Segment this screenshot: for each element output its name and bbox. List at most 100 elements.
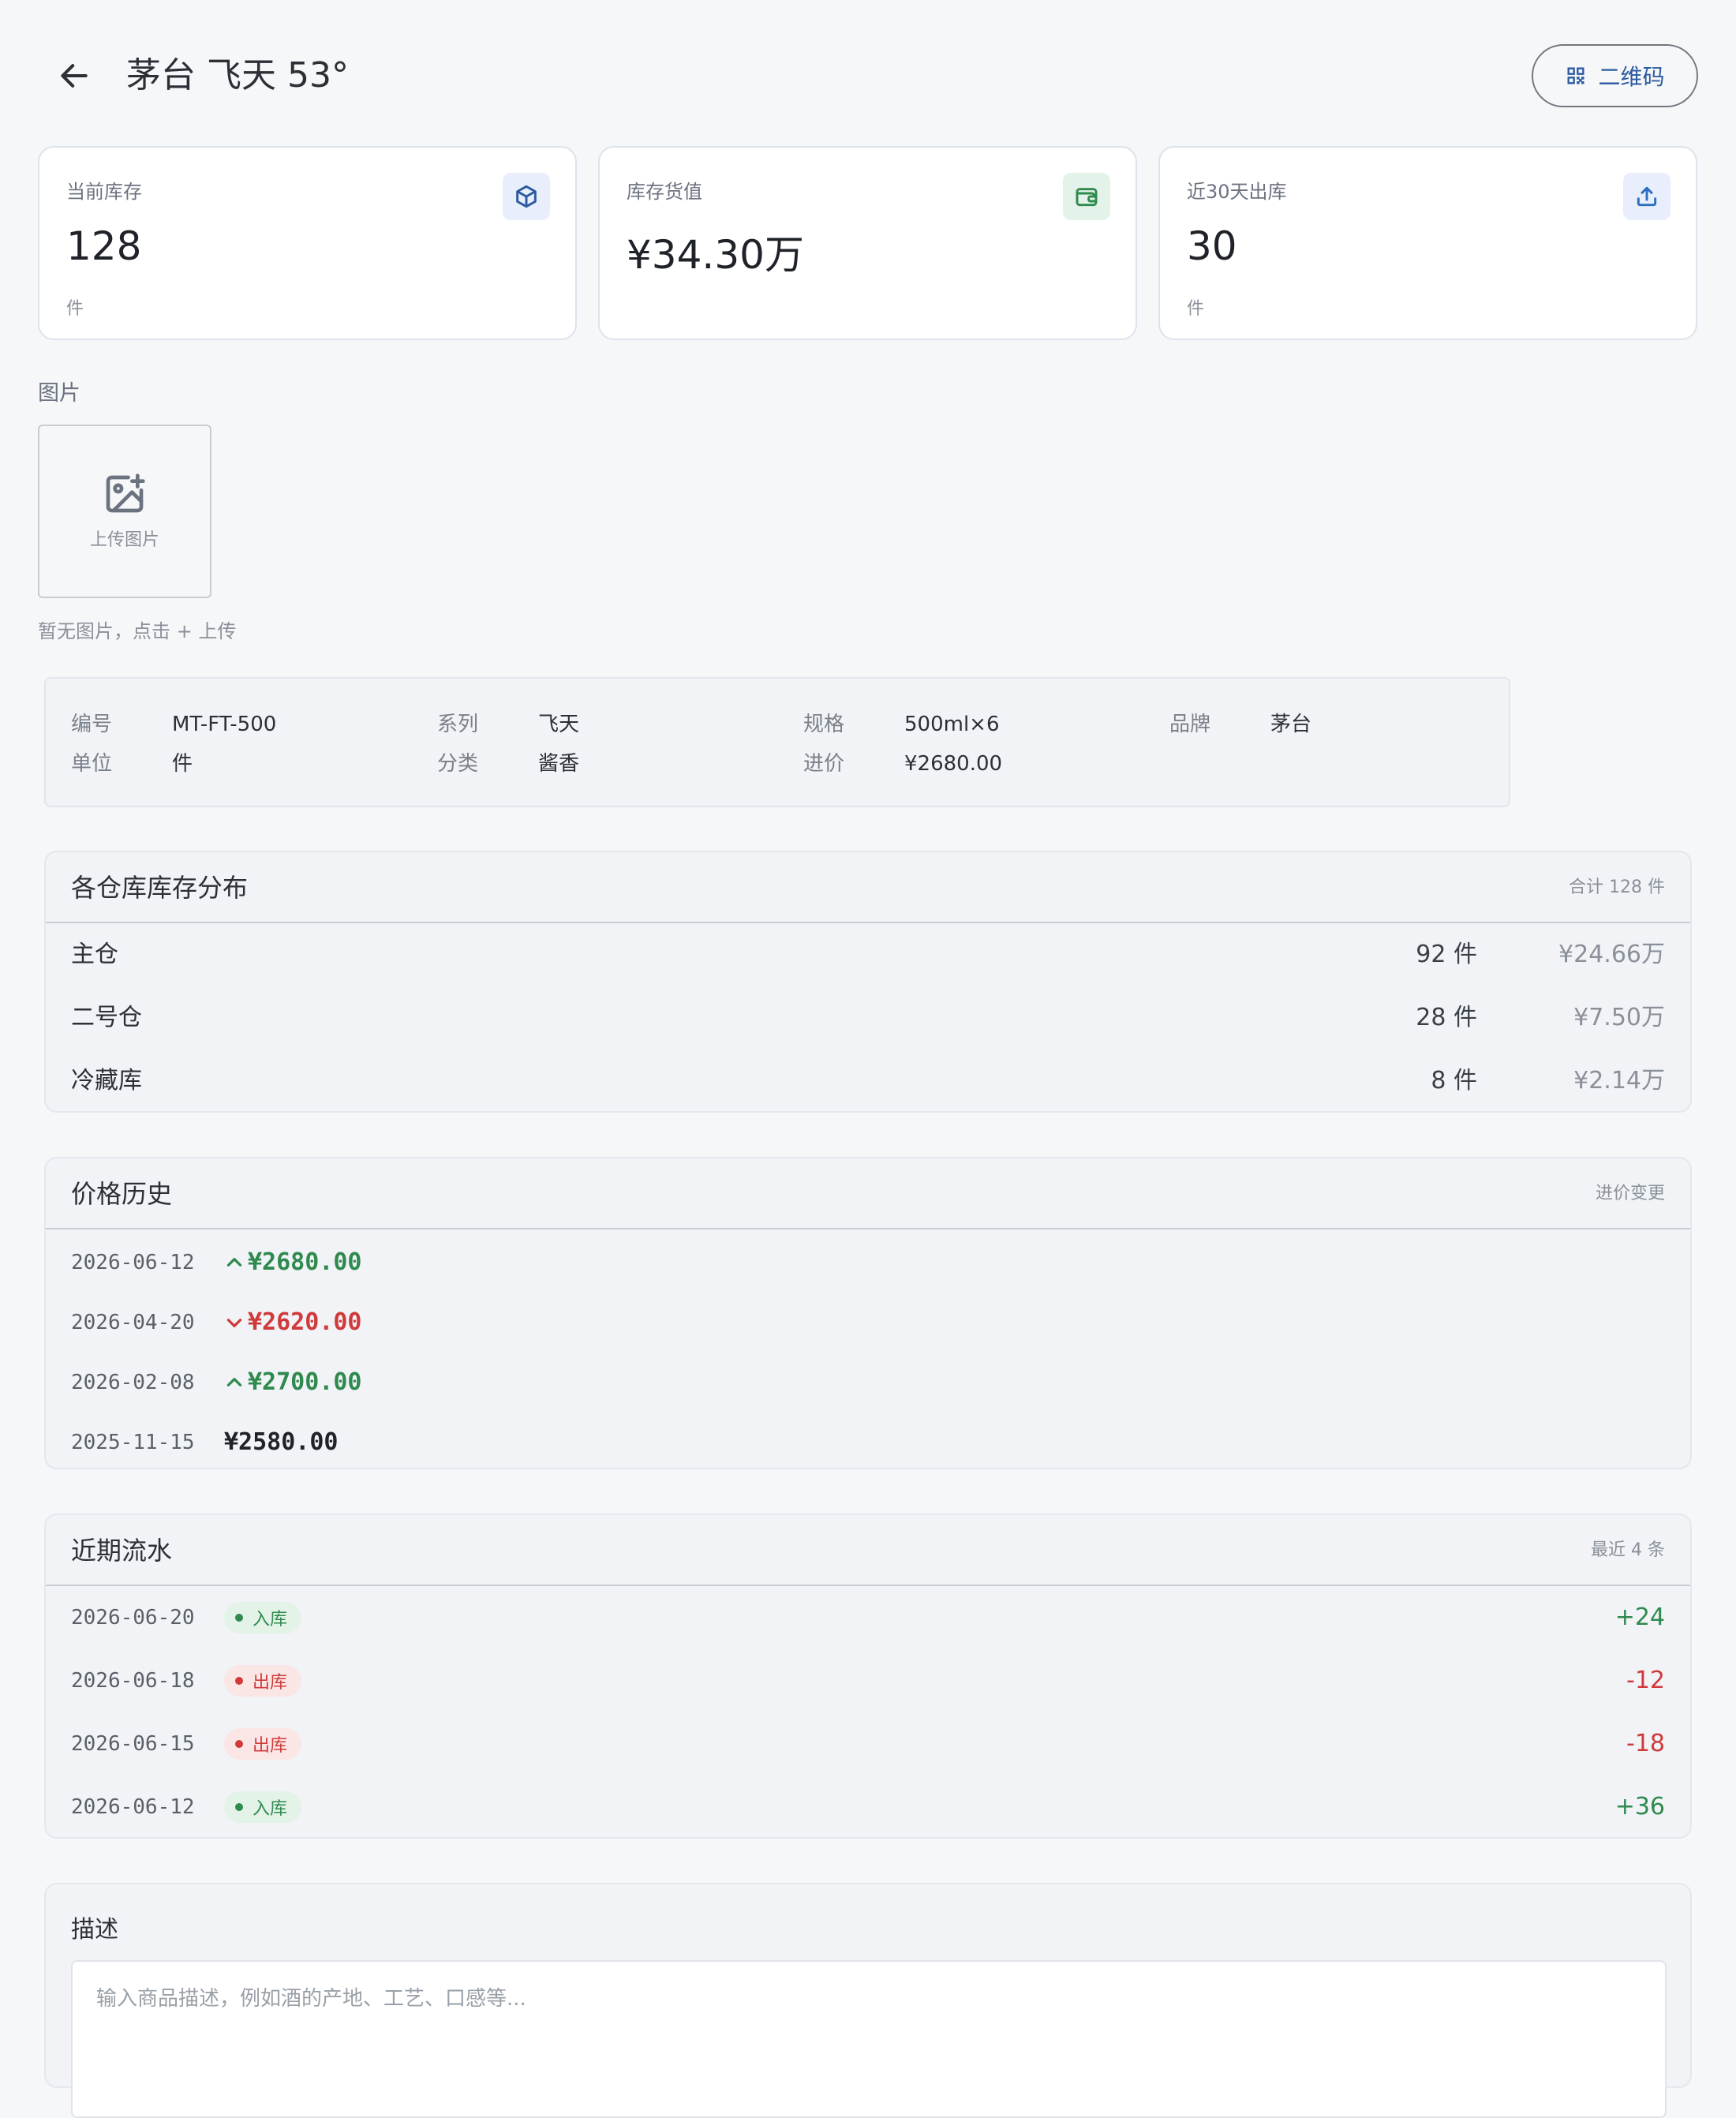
upload-image-button[interactable]: 上传图片 [38,425,211,598]
flow-type-label: 出库 [253,1736,288,1756]
info-label: 系列 [437,713,479,736]
image-add-icon [106,473,145,513]
flow-qty: +24 [1614,1603,1665,1631]
info-label: 编号 [71,713,113,736]
status-dot [235,1677,243,1685]
price-date: 2026-06-12 [71,1251,195,1274]
price-value: ¥2620.00 [224,1293,362,1353]
flow-type-label: 入库 [253,1799,288,1819]
info-label: 品牌 [1169,713,1211,736]
upload-image-label: 上传图片 [89,530,159,550]
flow-date: 2026-06-15 [71,1732,195,1756]
flow-date: 2026-06-18 [71,1669,195,1693]
warehouse-name: 冷藏库 [71,1067,142,1095]
page-title: 茅台 飞天 53° [126,55,349,95]
warehouse-name: 主仓 [71,941,118,968]
flow-meta: 最近 4 条 [1591,1540,1665,1560]
price-history-row: 2026-02-08 ¥2700.00 [46,1353,1690,1413]
flow-date: 2026-06-12 [71,1795,195,1819]
flow-row: 2026-06-12 入库 +36 [46,1776,1690,1837]
info-value: 500ml×6 [904,713,1000,736]
price-date: 2026-04-20 [71,1311,195,1334]
images-section-label: 图片 [38,381,80,406]
price-history-panel: 价格历史 进价变更 2026-06-12 ¥2680.00 2026-04-20… [44,1157,1692,1469]
stat-card-stock-value: 库存货值 ¥34.30万 [598,146,1137,340]
stat-label: 库存货值 [627,181,702,203]
info-value: 件 [172,752,193,776]
wallet-icon-badge [1063,173,1110,220]
warehouse-value: ¥7.50万 [1573,1004,1665,1031]
panel-header: 近期流水 最近 4 条 [46,1515,1690,1586]
recent-flow-panel: 近期流水 最近 4 条 2026-06-20 入库 +24 2026-06-18… [44,1514,1692,1839]
price-amount: ¥2620.00 [248,1308,362,1336]
panel-header: 各仓库库存分布 合计 128 件 [46,852,1690,923]
stat-value: 30 [1187,223,1237,269]
price-value: ¥2700.00 [224,1353,362,1413]
stat-card-current-stock: 当前库存 128 件 [38,146,577,340]
flow-qty: +36 [1614,1793,1665,1821]
info-label: 规格 [803,713,845,736]
flow-row: 2026-06-18 出库 -12 [46,1649,1690,1712]
flow-type-badge: 出库 [224,1665,302,1697]
no-image-hint: 暂无图片，点击 + 上传 [38,620,237,642]
flow-qty: -12 [1626,1667,1665,1694]
qr-code-icon [1567,67,1584,84]
flow-type-badge: 出库 [224,1728,302,1760]
stat-unit: 件 [66,299,84,319]
arrow-left-icon [61,64,88,88]
warehouse-row: 主仓 92 件 ¥24.66万 [46,923,1690,986]
info-label: 分类 [437,752,479,776]
stat-label: 当前库存 [66,181,142,203]
page-header: 茅台 飞天 53° 二维码 [0,0,1736,142]
price-amount: ¥2700.00 [248,1368,362,1396]
panel-title: 各仓库库存分布 [71,873,249,903]
panel-title: 价格历史 [71,1179,173,1209]
flow-row: 2026-06-15 出库 -18 [46,1712,1690,1776]
chevron-up-icon [226,1258,242,1267]
description-panel: 描述 [44,1883,1692,2118]
stat-unit: 件 [1187,299,1205,319]
price-amount: ¥2580.00 [224,1428,339,1456]
stat-label: 近30天出库 [1187,181,1287,203]
warehouse-qty: 92 件 [1416,941,1477,968]
status-dot [235,1803,243,1811]
qr-code-button[interactable]: 二维码 [1532,44,1698,107]
flow-date: 2026-06-20 [71,1606,195,1630]
product-info-card: 编号 MT-FT-500 系列 飞天 规格 500ml×6 品牌 茅台 单位 件… [44,677,1510,807]
info-label: 进价 [803,752,845,776]
chevron-down-icon [226,1319,242,1327]
qr-code-label: 二维码 [1598,64,1665,90]
price-history-row: 2026-04-20 ¥2620.00 [46,1293,1690,1353]
warehouse-total: 合计 128 件 [1569,878,1665,897]
price-amount: ¥2680.00 [248,1248,362,1276]
info-value: 飞天 [538,713,580,736]
warehouse-qty: 8 件 [1431,1067,1477,1095]
flow-type-label: 出库 [253,1673,288,1693]
price-history-row: 2026-06-12 ¥2680.00 [46,1233,1690,1293]
stat-card-30day-outbound: 近30天出库 30 件 [1158,146,1697,340]
back-button[interactable] [49,51,99,101]
warehouse-value: ¥24.66万 [1558,941,1665,968]
info-value: 酱香 [538,752,580,776]
warehouse-value: ¥2.14万 [1573,1067,1665,1095]
info-value: 茅台 [1270,713,1312,736]
price-date: 2026-02-08 [71,1371,195,1394]
stat-value: 128 [66,223,142,269]
price-date: 2025-11-15 [71,1431,195,1454]
description-input[interactable] [71,1960,1667,2118]
chevron-up-icon [226,1378,242,1386]
info-label: 单位 [71,752,113,776]
stat-value: ¥34.30万 [627,232,804,278]
upload-icon-badge [1623,173,1671,220]
warehouse-distribution-panel: 各仓库库存分布 合计 128 件 主仓 92 件 ¥24.66万 二号仓 28 … [44,851,1692,1113]
panel-title: 近期流水 [71,1536,173,1566]
warehouse-row: 二号仓 28 件 ¥7.50万 [46,986,1690,1050]
wallet-icon [1076,188,1098,207]
warehouse-row: 冷藏库 8 件 ¥2.14万 [46,1050,1690,1111]
upload-icon [1637,186,1657,207]
status-dot [235,1740,243,1748]
flow-type-badge: 入库 [224,1791,302,1823]
price-history-row: 2025-11-15 ¥2580.00 [46,1413,1690,1468]
info-value: ¥2680.00 [904,752,1003,776]
flow-qty: -18 [1626,1730,1665,1757]
